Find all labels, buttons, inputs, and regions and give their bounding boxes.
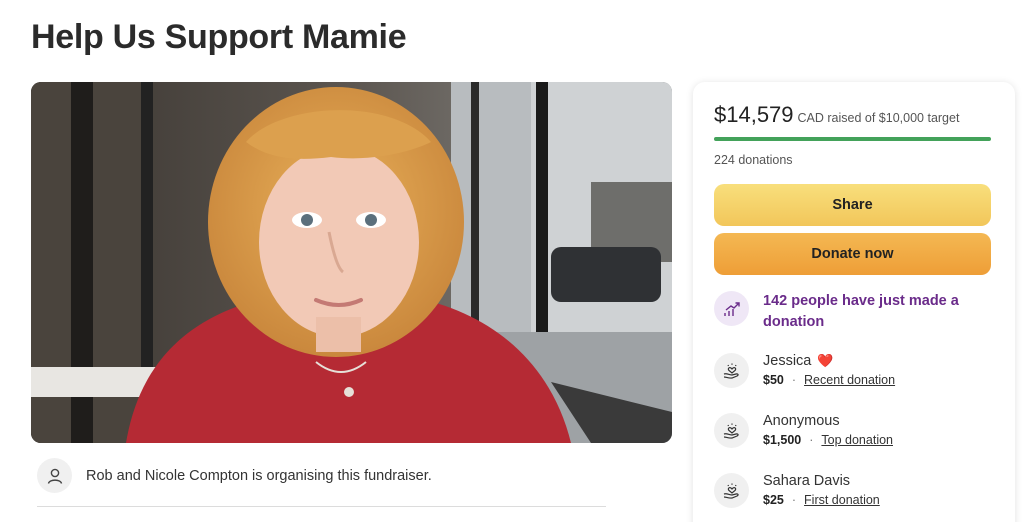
page-title: Help Us Support Mamie [31, 18, 407, 56]
fundraiser-page: Help Us Support Mamie Rob and Nicole Com… [0, 0, 1024, 522]
raised-summary: $14,579 CAD raised of $10,000 target [714, 102, 959, 128]
donation-card: $14,579 CAD raised of $10,000 target 224… [693, 82, 1015, 522]
donation-hand-heart-icon [714, 413, 749, 448]
top-donation-link[interactable]: Top donation [821, 433, 893, 447]
separator: · [791, 373, 797, 387]
donor-item: Jessica ❤️ $50 · Recent donation [714, 352, 895, 388]
heart-icon: ❤️ [817, 353, 834, 368]
donor-name: Anonymous [763, 413, 840, 429]
donor-item: Anonymous $1,500 · Top donation [714, 412, 893, 448]
donation-amount: $1,500 [763, 433, 802, 447]
donation-hand-heart-icon [714, 353, 749, 388]
raised-target-text: CAD raised of $10,000 target [797, 111, 960, 125]
campaign-photo[interactable] [31, 82, 672, 443]
progress-bar [714, 137, 991, 141]
donate-now-button[interactable]: Donate now [714, 233, 991, 275]
first-donation-link[interactable]: First donation [804, 493, 880, 507]
organiser-row: Rob and Nicole Compton is organising thi… [37, 458, 432, 493]
divider [37, 506, 606, 507]
trending-up-icon [714, 291, 749, 326]
donations-count: 224 donations [714, 153, 793, 167]
donation-hand-heart-icon [714, 473, 749, 508]
donation-amount: $25 [763, 493, 784, 507]
donor-item: Sahara Davis $25 · First donation [714, 472, 880, 508]
progress-fill [714, 137, 991, 141]
photo-illustration [31, 82, 672, 443]
raised-amount: $14,579 [714, 102, 794, 127]
recent-donation-link[interactable]: Recent donation [804, 373, 895, 387]
organiser-text: Rob and Nicole Compton is organising thi… [86, 467, 432, 484]
donor-name: Jessica [763, 353, 812, 369]
recent-activity-notice: 142 people have just made a donation [714, 291, 963, 333]
user-icon [37, 458, 72, 493]
donor-name: Sahara Davis [763, 473, 851, 489]
donation-amount: $50 [763, 373, 784, 387]
recent-activity-text: 142 people have just made a donation [763, 293, 959, 330]
separator: · [809, 433, 814, 447]
share-button[interactable]: Share [714, 184, 991, 226]
separator: · [791, 493, 797, 507]
